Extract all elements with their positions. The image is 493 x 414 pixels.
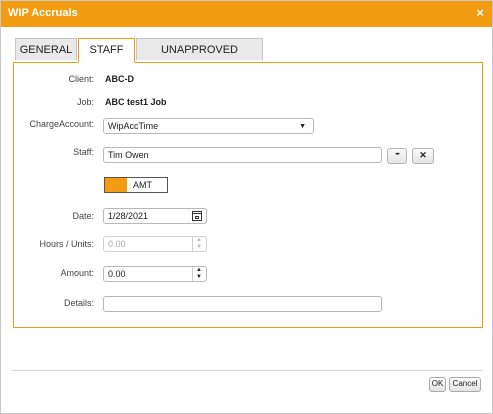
footer-divider bbox=[11, 370, 483, 371]
toggle-label: AMT bbox=[133, 180, 152, 190]
chevron-down-icon: ▼ bbox=[299, 123, 306, 130]
date-value: 1/28/2021 bbox=[108, 211, 149, 221]
date-label: Date: bbox=[72, 211, 94, 221]
amount-value: 0.00 bbox=[108, 269, 126, 279]
job-value: ABC test1 Job bbox=[105, 97, 167, 107]
charge-account-value: WipAccTime bbox=[108, 121, 159, 131]
charge-account-label: ChargeAccount: bbox=[29, 119, 94, 129]
staff-label: Staff: bbox=[73, 147, 94, 157]
close-icon[interactable]: × bbox=[476, 5, 484, 20]
details-label: Details: bbox=[63, 298, 94, 308]
hours-units-label: Hours / Units: bbox=[39, 239, 94, 249]
hours-units-value: 0.00 bbox=[108, 239, 126, 249]
staff-browse-button[interactable]: ••• bbox=[387, 148, 407, 164]
amt-toggle[interactable]: AMT bbox=[104, 177, 168, 193]
amount-input[interactable]: 0.00 ▲ ▼ bbox=[103, 266, 207, 282]
hours-units-input[interactable]: 0.00 ▲ ▼ bbox=[103, 236, 207, 252]
staff-input[interactable]: Tim Owen bbox=[103, 147, 382, 163]
staff-tab-panel: Client: ABC-D Job: ABC test1 Job ChargeA… bbox=[13, 62, 483, 328]
toggle-fill bbox=[105, 178, 127, 192]
tab-general[interactable]: GENERAL bbox=[15, 38, 77, 60]
amount-spinner-icon[interactable]: ▲ ▼ bbox=[192, 267, 205, 281]
job-label: Job: bbox=[76, 97, 94, 107]
staff-clear-button[interactable]: ✕ bbox=[412, 148, 434, 164]
wip-accruals-dialog: WIP Accruals × GENERAL STAFF UNAPPROVED … bbox=[0, 0, 493, 414]
charge-account-select[interactable]: WipAccTime ▼ bbox=[103, 118, 314, 134]
details-input[interactable] bbox=[103, 296, 382, 312]
client-label: Client: bbox=[68, 74, 94, 84]
dialog-titlebar[interactable]: WIP Accruals × bbox=[1, 1, 492, 27]
cancel-button[interactable]: Cancel bbox=[449, 377, 481, 392]
staff-value: Tim Owen bbox=[108, 150, 149, 160]
hours-spinner-icon[interactable]: ▲ ▼ bbox=[192, 237, 205, 251]
tab-staff[interactable]: STAFF bbox=[78, 38, 135, 63]
client-value: ABC-D bbox=[105, 74, 134, 84]
dialog-title: WIP Accruals bbox=[8, 7, 78, 19]
ok-button[interactable]: OK bbox=[429, 377, 446, 392]
calendar-icon bbox=[192, 211, 202, 221]
amount-label: Amount: bbox=[60, 268, 94, 278]
tab-unapproved-entries[interactable]: UNAPPROVED ENTRIES bbox=[136, 38, 263, 78]
date-picker-button[interactable] bbox=[188, 208, 207, 224]
